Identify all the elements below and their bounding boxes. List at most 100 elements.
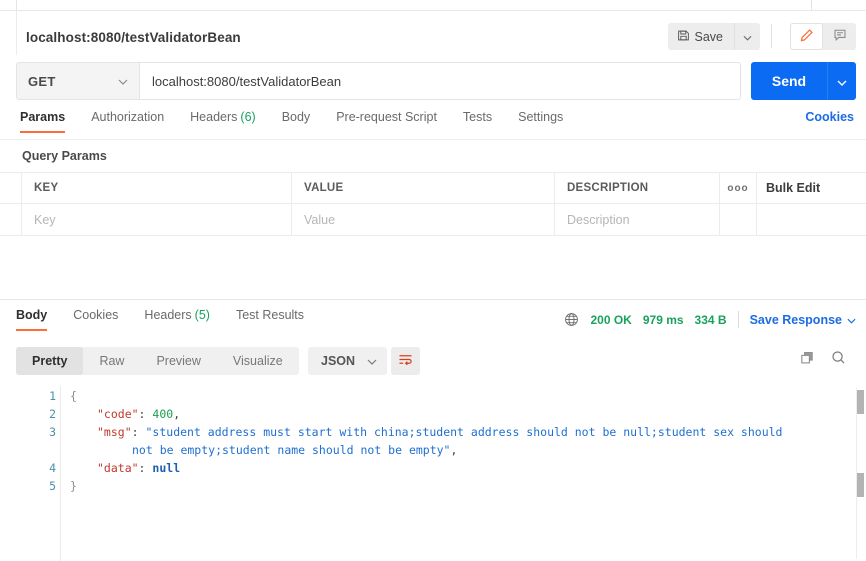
search-icon[interactable] (831, 350, 846, 370)
response-view-mode-group: Pretty Raw Preview Visualize (16, 347, 299, 375)
response-format-select[interactable]: JSON (308, 347, 388, 375)
code-line-data: "data": null (97, 461, 180, 475)
globe-icon (564, 312, 579, 327)
code-line-code: "code": 400, (97, 407, 180, 421)
floppy-disk-icon (677, 29, 690, 45)
status-divider (737, 311, 739, 328)
query-params-label: Query Params (22, 149, 107, 163)
save-button[interactable]: Save (667, 23, 734, 50)
header-checkbox-cell (0, 173, 22, 203)
response-body-viewer[interactable]: 1 2 3 4 5 { } "code": 400, "msg": "stude… (0, 386, 866, 561)
save-button-label: Save (694, 29, 724, 44)
fold-marker-open[interactable]: { (70, 389, 79, 403)
response-tabs-row: Body Cookies Headers (5) Test Results 200… (0, 308, 866, 338)
view-mode-visualize[interactable]: Visualize (217, 347, 299, 375)
send-button[interactable]: Send (751, 62, 827, 100)
response-actions (800, 350, 846, 370)
vertical-scrollbar-thumb-lower[interactable] (857, 473, 864, 497)
tab-body-label: Body (281, 110, 311, 124)
gutter-divider (60, 386, 61, 561)
save-options-button[interactable] (734, 23, 760, 50)
response-status-code: 200 OK (590, 312, 632, 327)
table-options-button[interactable]: ooo (720, 173, 757, 203)
tab-headers[interactable]: Headers (6) (190, 110, 270, 133)
vertical-scrollbar-thumb-upper[interactable] (857, 390, 864, 414)
fold-marker-close[interactable]: } (70, 479, 79, 493)
chevron-down-icon (837, 74, 847, 89)
view-mode-visualize-label: Visualize (232, 354, 283, 368)
response-status-group: 200 OK 979 ms 334 B Save Response (564, 311, 856, 328)
bulk-edit-button[interactable]: Bulk Edit (757, 173, 866, 203)
json-value-msg-line2: not be empty;student name should not be … (132, 443, 451, 457)
tab-tests[interactable]: Tests (463, 110, 506, 133)
response-tab-headers[interactable]: Headers (5) (144, 308, 224, 331)
comment-icon (833, 28, 847, 45)
table-header-row: KEY VALUE DESCRIPTION ooo Bulk Edit (0, 172, 866, 204)
json-comma: , (173, 407, 181, 421)
view-mode-preview-label: Preview (156, 354, 201, 368)
code-line-msg: "msg": "student address must start with … (97, 425, 782, 439)
tab-settings[interactable]: Settings (518, 110, 577, 133)
save-response-button[interactable]: Save Response (750, 313, 856, 327)
response-tab-cookies-label: Cookies (73, 308, 119, 322)
save-button-group: Save (667, 23, 760, 50)
view-mode-pretty-label: Pretty (32, 354, 68, 368)
request-tabs-divider (0, 139, 866, 140)
request-tabs: Params Authorization Headers (6) Body Pre… (0, 110, 866, 139)
line-number: 4 (49, 461, 56, 475)
response-time: 979 ms (642, 312, 684, 327)
response-pane-divider (0, 299, 866, 300)
view-mode-pretty[interactable]: Pretty (16, 347, 84, 375)
tab-pre-request-script[interactable]: Pre-request Script (336, 110, 451, 133)
json-key-data: "data" (97, 461, 139, 475)
response-tab-body[interactable]: Body (16, 308, 61, 331)
column-header-value: VALUE (304, 182, 344, 194)
row-checkbox[interactable] (0, 204, 22, 235)
send-options-button[interactable] (827, 62, 856, 100)
chevron-down-icon (367, 352, 377, 370)
postman-request-window: localhost:8080/testValidatorBean Save GE… (0, 0, 866, 561)
chevron-down-icon (743, 29, 752, 44)
response-format-label: JSON (321, 354, 356, 368)
tab-params[interactable]: Params (20, 110, 79, 133)
column-header-description: DESCRIPTION (567, 182, 649, 194)
tab-authorization-label: Authorization (91, 110, 165, 124)
param-key-placeholder: Key (34, 212, 56, 227)
json-key-msg: "msg" (97, 425, 132, 439)
param-value-input[interactable]: Value (292, 204, 555, 235)
table-row: Key Value Description (0, 204, 866, 236)
word-wrap-button[interactable] (391, 347, 420, 375)
view-mode-raw-label: Raw (99, 354, 125, 368)
url-input[interactable]: localhost:8080/testValidatorBean (139, 62, 741, 100)
http-method-select[interactable]: GET (16, 62, 139, 100)
json-colon: : (131, 425, 139, 439)
tab-params-label: Params (20, 110, 66, 124)
tab-authorization[interactable]: Authorization (91, 110, 178, 133)
json-value-code: 400 (152, 407, 174, 421)
bulk-edit-label: Bulk Edit (766, 181, 821, 195)
request-name-bar: localhost:8080/testValidatorBean Save (0, 11, 866, 55)
options-icon: ooo (727, 182, 749, 194)
pencil-icon (799, 28, 814, 46)
request-title: localhost:8080/testValidatorBean (26, 30, 241, 45)
column-header-key: KEY (34, 182, 59, 194)
param-key-input[interactable]: Key (22, 204, 292, 235)
copy-icon[interactable] (800, 351, 814, 370)
tab-pre-request-script-label: Pre-request Script (336, 110, 437, 124)
pencil-icon-button[interactable] (790, 23, 823, 50)
url-bar-row: GET localhost:8080/testValidatorBean Sen… (0, 58, 866, 104)
comment-icon-button[interactable] (823, 23, 856, 50)
response-view-toolbar: Pretty Raw Preview Visualize JSON (0, 347, 866, 381)
param-description-input[interactable]: Description (555, 204, 720, 235)
view-mode-preview[interactable]: Preview (140, 347, 216, 375)
save-response-label: Save Response (749, 312, 842, 327)
line-number: 3 (49, 425, 56, 439)
tab-body[interactable]: Body (282, 110, 325, 133)
json-colon: : (138, 407, 146, 421)
cookies-link[interactable]: Cookies (805, 110, 854, 124)
view-mode-raw[interactable]: Raw (83, 347, 140, 375)
row-options-cell (720, 204, 757, 235)
line-number: 1 (49, 389, 56, 403)
response-tab-cookies[interactable]: Cookies (73, 308, 132, 331)
response-tab-test-results[interactable]: Test Results (236, 308, 318, 331)
